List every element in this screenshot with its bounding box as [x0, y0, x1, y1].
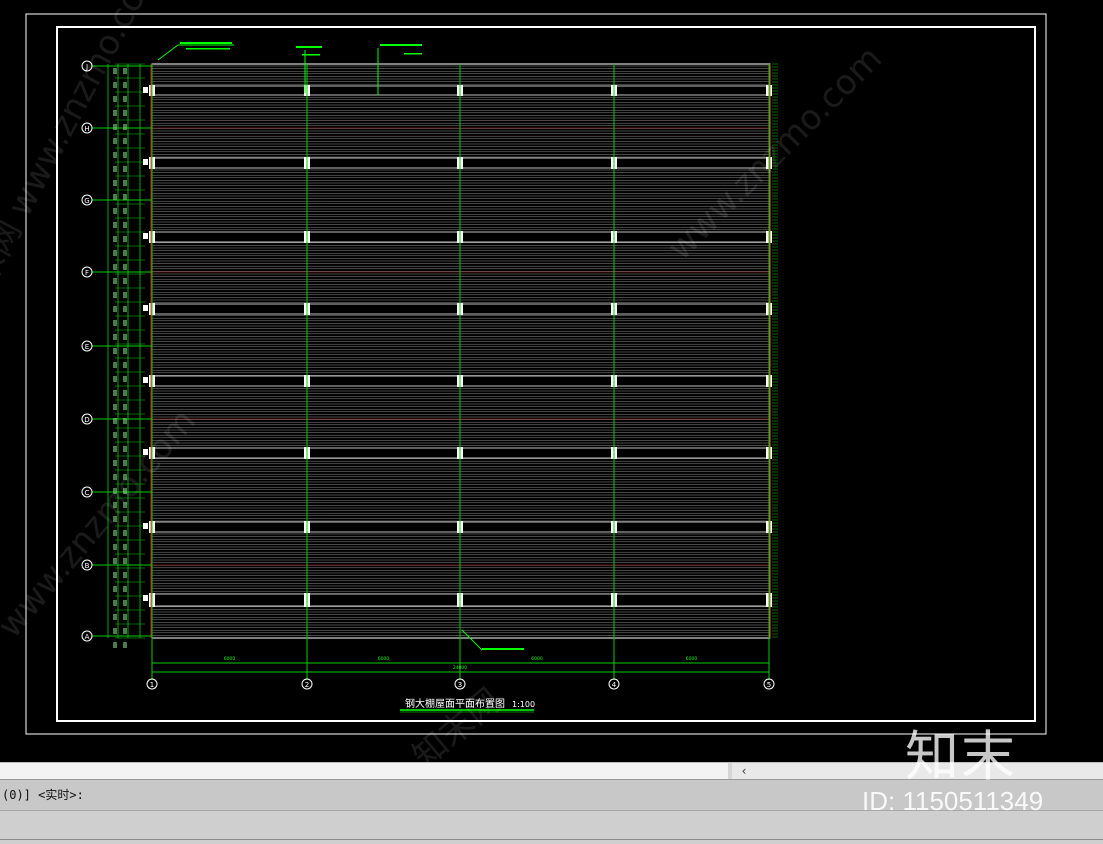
bay-dimension-label: 6000 — [686, 656, 698, 662]
watermark-logo: 知末 — [905, 725, 1017, 788]
cad-drawing: 1 2 3 4 56000 6000 6000 600024000JHGFEDCBA 钢大棚屋… — [25, 13, 1047, 735]
row-axis-label: C — [85, 489, 90, 497]
drawing-scale: 1:100 — [512, 700, 535, 709]
drawing-canvas[interactable]: 1 2 3 4 5 6000 6000 6000 6000 24000 J H G F E D C B A 钢大棚屋… — [0, 0, 1103, 777]
row-axis-label: E — [85, 343, 89, 351]
row-axis-label: G — [84, 197, 89, 205]
outer-frame — [25, 13, 1047, 735]
row-axis-label: D — [84, 416, 89, 424]
bay-dimension-label: 6000 — [224, 656, 236, 662]
bay-dimension-label: 6000 — [531, 656, 543, 662]
leader-notes — [157, 42, 524, 651]
column-axis-label: 5 — [767, 681, 771, 689]
command-prompt: (0)] <实时>: — [2, 788, 84, 802]
scrollbar-track[interactable] — [0, 763, 728, 779]
scrollbar-divider — [728, 763, 732, 779]
purlin-hatch — [152, 65, 770, 636]
column-axis-label: 4 — [612, 681, 617, 689]
roof-outline — [151, 63, 771, 639]
watermark-id: ID: 1150511349 — [862, 786, 1044, 816]
column-axis-label: 2 — [305, 681, 309, 689]
row-axis-label: A — [85, 633, 90, 641]
overall-dimension-label: 24000 — [453, 665, 467, 671]
scroll-left-arrow-icon[interactable]: ‹ — [736, 763, 752, 779]
row-axis-label: F — [85, 269, 89, 277]
column-axis-label: 1 — [150, 681, 154, 689]
bay-dimension-label: 6000 — [378, 656, 390, 662]
